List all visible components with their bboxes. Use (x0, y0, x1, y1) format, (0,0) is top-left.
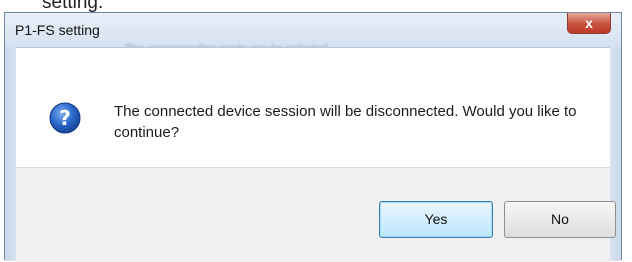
yes-button[interactable]: Yes (379, 201, 493, 238)
close-icon: x (585, 15, 593, 31)
title-bar[interactable]: P1-FS setting The corresponding mode can… (5, 13, 621, 55)
dialog-message: The connected device session will be dis… (114, 103, 577, 141)
dialog-title: P1-FS setting (15, 22, 100, 38)
message-area: ? The connected device session will be d… (16, 47, 610, 168)
question-icon: ? (49, 102, 81, 134)
confirmation-dialog: P1-FS setting The corresponding mode can… (4, 12, 622, 262)
no-button[interactable]: No (504, 201, 616, 238)
svg-text:?: ? (59, 106, 71, 130)
dialog-left-border (5, 47, 16, 261)
close-button[interactable]: x (567, 13, 611, 34)
button-bar: Yes No (16, 167, 616, 262)
